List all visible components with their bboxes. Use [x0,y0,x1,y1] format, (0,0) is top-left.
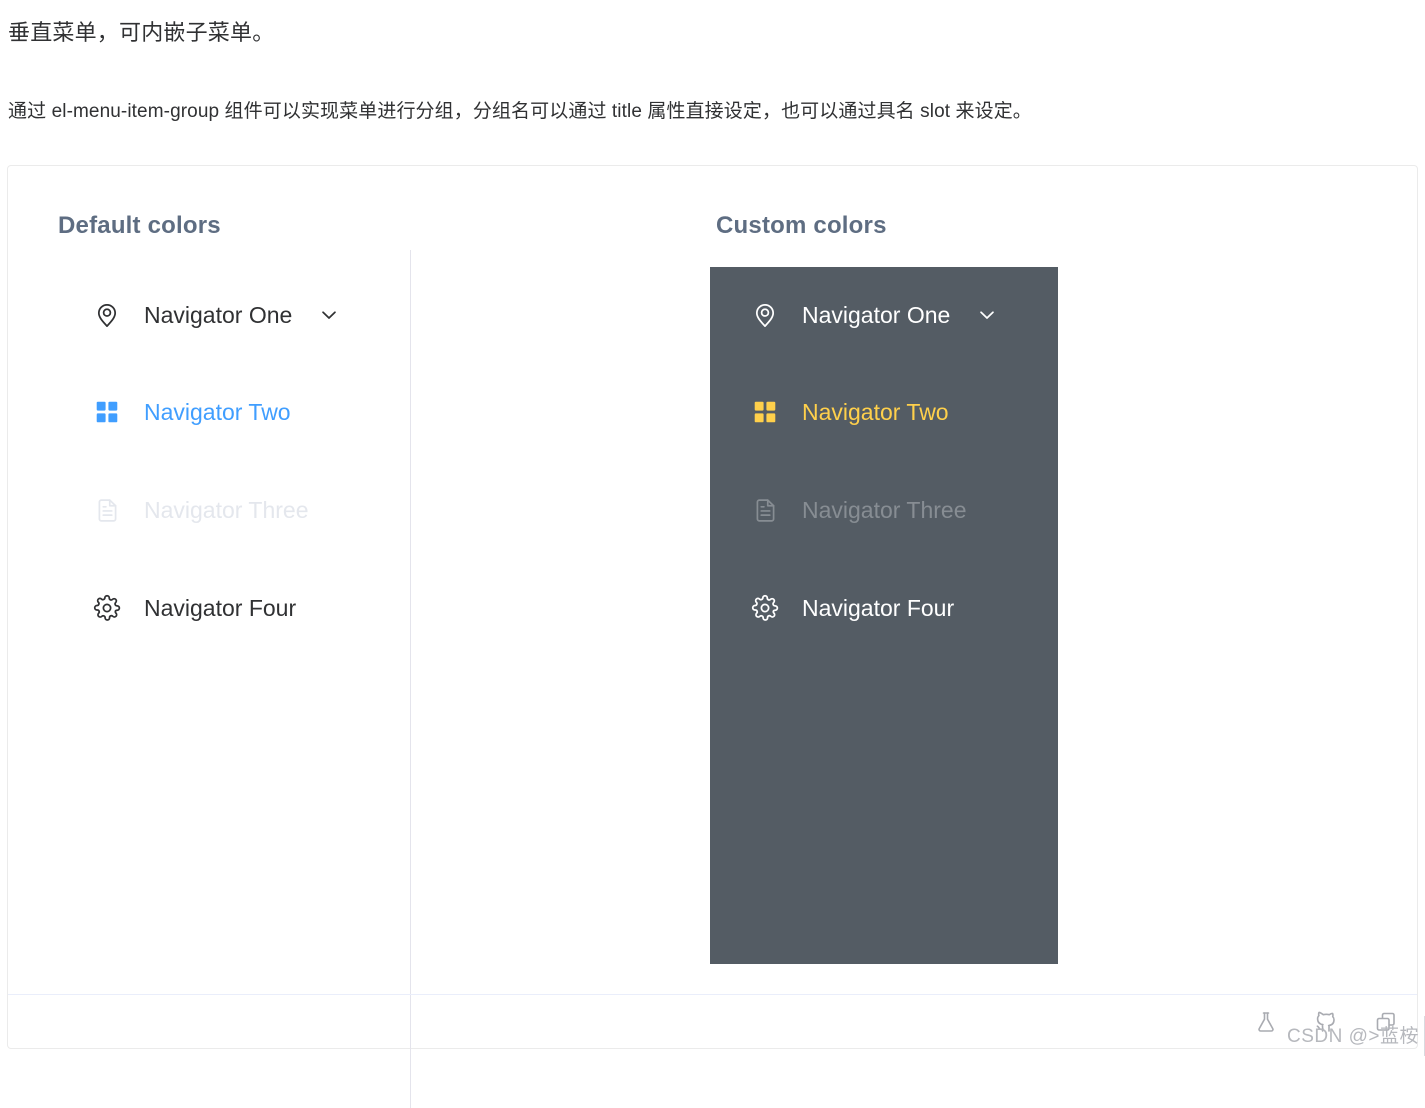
grid-icon [92,397,122,427]
location-pin-icon [750,300,780,330]
document-icon [750,495,780,525]
demo-footer-toolbar [8,994,1417,1048]
menu-item-navigator-one[interactable]: Navigator One [710,267,1058,363]
menu-item-navigator-three: Navigator Three [710,461,1058,559]
menu-item-navigator-two[interactable]: Navigator Two [710,363,1058,461]
intro-section: 垂直菜单，可内嵌子菜单。 通过 el-menu-item-group 组件可以实… [0,18,1425,126]
menu-item-label: Navigator One [802,301,951,328]
gear-icon [92,593,122,623]
copy-icon[interactable] [1373,1009,1399,1035]
section-title-default: Default colors [58,212,221,239]
location-pin-icon [92,300,122,330]
menu-item-navigator-one[interactable]: Navigator One [52,267,400,363]
menu-item-label: Navigator Four [802,594,955,621]
flask-icon[interactable] [1253,1009,1279,1035]
gear-icon [750,593,780,623]
grid-icon [750,397,780,427]
section-title-custom: Custom colors [716,212,887,239]
menu-item-navigator-four[interactable]: Navigator Four [52,559,400,657]
menu-item-label: Navigator One [144,301,293,328]
menu-custom-colors: Navigator One Navigator Two Navigator Thre… [710,267,1058,964]
document-icon [92,495,122,525]
page-title: 垂直菜单，可内嵌子菜单。 [8,20,275,45]
github-icon[interactable] [1313,1009,1339,1035]
menu-item-label: Navigator Two [144,398,291,425]
menu-default-colors: Navigator One Navigator Two Navigator Thre… [52,267,400,657]
section-default-colors: Default colors Navigator One Navigator Tw… [52,212,410,657]
menu-item-navigator-three: Navigator Three [52,461,400,559]
chevron-down-icon[interactable] [976,304,998,326]
chevron-down-icon[interactable] [318,304,340,326]
page-description: 通过 el-menu-item-group 组件可以实现菜单进行分组，分组名可以… [8,101,1032,122]
menu-item-navigator-four[interactable]: Navigator Four [710,559,1058,657]
menu-item-label: Navigator Four [144,594,297,621]
menu-item-label: Navigator Two [802,398,949,425]
menu-item-label: Navigator Three [802,496,967,523]
menu-item-label: Navigator Three [144,496,309,523]
menu-item-navigator-two[interactable]: Navigator Two [52,363,400,461]
vertical-divider [410,250,411,1108]
demo-card-body: Default colors Navigator One Navigator Tw… [8,166,1417,1108]
demo-card: Default colors Navigator One Navigator Tw… [7,165,1418,1108]
section-custom-colors: Custom colors Navigator One Navigator Two… [710,212,1070,964]
